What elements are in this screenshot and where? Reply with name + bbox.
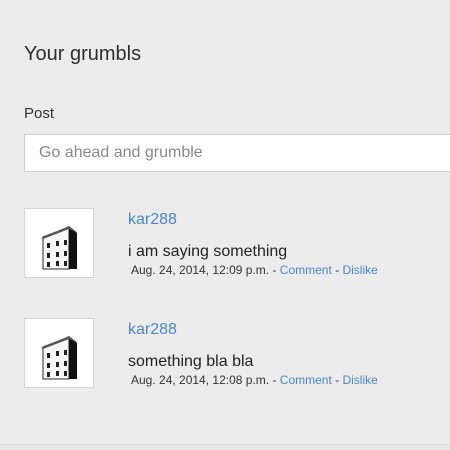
dislike-link[interactable]: Dislike [342, 263, 377, 277]
meta-separator: - [331, 263, 343, 277]
grumble-item: kar288 i am saying something Aug. 24, 20… [24, 208, 444, 280]
grumble-text: i am saying something [128, 243, 288, 260]
comment-link[interactable]: Comment [280, 373, 332, 387]
meta-separator: - [331, 373, 343, 387]
avatar[interactable] [24, 318, 94, 388]
comment-link[interactable]: Comment [280, 263, 332, 277]
grumbles-panel: Your grumbls Post kar288 i am saying som… [0, 0, 450, 445]
avatar[interactable] [24, 208, 94, 278]
meta-separator: - [269, 263, 280, 277]
page-title: Your grumbls [24, 43, 142, 65]
grumble-meta: Aug. 24, 2014, 12:09 p.m. - Comment - Di… [131, 262, 378, 278]
author-link[interactable]: kar288 [128, 320, 177, 340]
meta-separator: - [269, 373, 280, 387]
timestamp: Aug. 24, 2014, 12:09 p.m. [131, 263, 270, 277]
timestamp: Aug. 24, 2014, 12:08 p.m. [131, 373, 270, 387]
grumble-input[interactable] [24, 134, 450, 172]
grumble-meta: Aug. 24, 2014, 12:08 p.m. - Comment - Di… [131, 372, 378, 388]
building-icon [41, 336, 78, 380]
grumble-text: something bla bla [128, 353, 254, 370]
dislike-link[interactable]: Dislike [342, 373, 377, 387]
building-icon [41, 226, 78, 270]
post-label: Post [24, 105, 55, 122]
grumble-item: kar288 something bla bla Aug. 24, 2014, … [24, 318, 444, 390]
author-link[interactable]: kar288 [128, 210, 177, 230]
